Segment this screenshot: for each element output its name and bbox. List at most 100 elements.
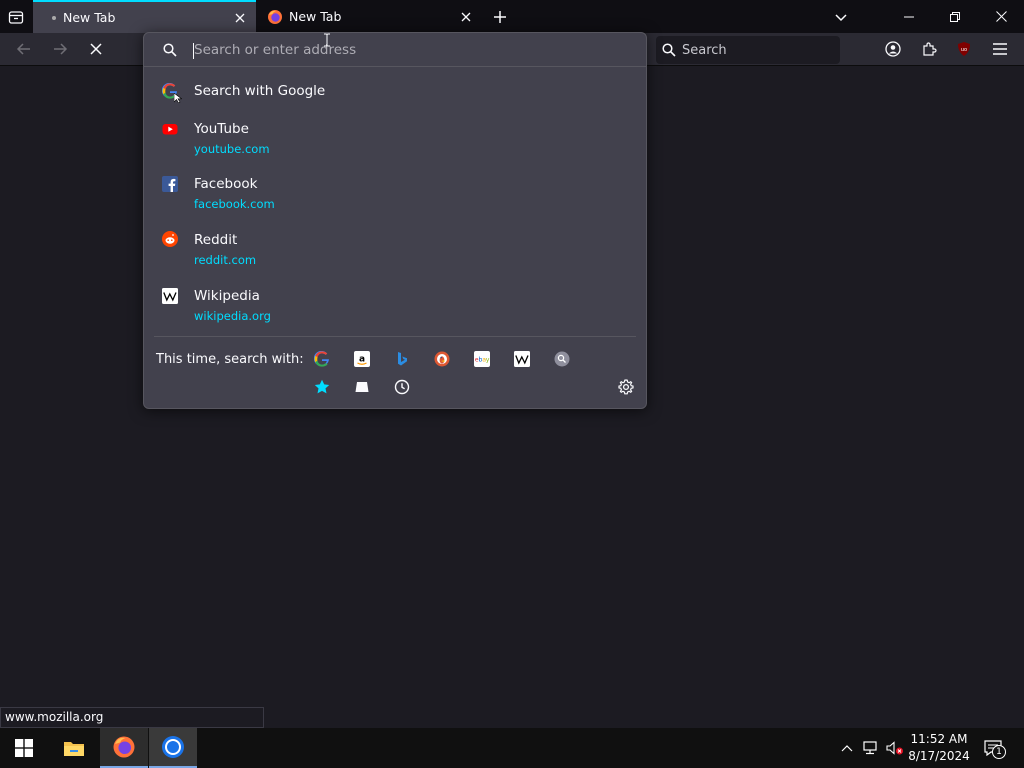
volume-button[interactable] bbox=[884, 738, 906, 758]
minimize-button[interactable] bbox=[886, 0, 932, 33]
cursor-arrow-icon bbox=[174, 93, 182, 103]
amazon-icon: a bbox=[354, 351, 370, 367]
bing-icon bbox=[398, 352, 407, 366]
urlbar-dropdown: Search or enter address Search with Goog… bbox=[143, 32, 647, 409]
tab-title: New Tab bbox=[289, 9, 342, 24]
suggestion-youtube[interactable]: YouTube youtube.com bbox=[144, 117, 646, 163]
firefox-view-button[interactable] bbox=[5, 6, 27, 28]
firefox-logo-icon bbox=[113, 736, 135, 758]
hamburger-menu-icon bbox=[993, 43, 1007, 55]
volume-muted-icon bbox=[886, 741, 903, 755]
status-url: www.mozilla.org bbox=[0, 707, 264, 728]
suggestion-reddit[interactable]: Reddit reddit.com bbox=[144, 229, 646, 275]
account-icon bbox=[885, 41, 901, 57]
search-icon bbox=[662, 43, 676, 57]
text-cursor-icon bbox=[324, 33, 330, 47]
puzzle-icon bbox=[923, 42, 937, 56]
minimize-icon bbox=[904, 16, 914, 17]
address-placeholder: Search or enter address bbox=[194, 41, 357, 58]
engine-google-button[interactable] bbox=[313, 350, 331, 368]
tabs-search-button[interactable] bbox=[353, 378, 371, 396]
search-bar[interactable]: Search bbox=[656, 36, 840, 64]
tab-title: New Tab bbox=[63, 10, 116, 25]
forward-arrow-icon bbox=[54, 43, 68, 55]
tabs-icon bbox=[355, 382, 369, 392]
close-icon bbox=[995, 11, 1007, 22]
ublock-shield-icon: uo bbox=[958, 42, 970, 56]
ebay-icon: e b a y bbox=[474, 351, 490, 367]
search-icon bbox=[163, 43, 177, 57]
svg-text:a: a bbox=[359, 355, 365, 365]
windows-logo-icon bbox=[15, 739, 33, 757]
engine-wikipedia-button[interactable] bbox=[513, 350, 531, 368]
menu-button[interactable] bbox=[988, 37, 1012, 61]
restore-icon bbox=[950, 11, 960, 22]
tab-new-tab-2[interactable]: New Tab bbox=[259, 0, 482, 33]
folder-icon bbox=[64, 742, 84, 756]
firefox-view-icon bbox=[8, 11, 24, 24]
tab-new-tab-1[interactable]: New Tab bbox=[33, 0, 256, 33]
engine-amazon-button[interactable]: a bbox=[353, 350, 371, 368]
wikipedia-icon bbox=[514, 351, 530, 367]
google-icon bbox=[314, 351, 329, 367]
engine-generic-search-button[interactable] bbox=[553, 350, 571, 368]
account-button[interactable] bbox=[881, 37, 905, 61]
suggestion-wikipedia[interactable]: Wikipedia wikipedia.org bbox=[144, 285, 646, 331]
suggestion-facebook[interactable]: Facebook facebook.com bbox=[144, 173, 646, 219]
network-icon bbox=[863, 741, 877, 755]
restore-button[interactable] bbox=[932, 0, 978, 33]
duckduckgo-icon bbox=[434, 351, 450, 367]
svg-text:uo: uo bbox=[961, 47, 967, 53]
suggestion-title: YouTube bbox=[194, 121, 249, 137]
forward-button[interactable] bbox=[48, 37, 72, 61]
show-hidden-icons-button[interactable] bbox=[837, 738, 857, 758]
back-button[interactable] bbox=[12, 37, 36, 61]
loading-dot-icon bbox=[52, 15, 56, 20]
youtube-icon bbox=[162, 124, 178, 135]
suggestion-url[interactable]: youtube.com bbox=[194, 142, 270, 156]
start-button[interactable] bbox=[0, 728, 48, 768]
clock-date: 8/17/2024 bbox=[908, 749, 970, 763]
file-explorer-button[interactable] bbox=[50, 728, 98, 768]
extensions-button[interactable] bbox=[917, 37, 941, 61]
engine-ebay-button[interactable]: e b a y bbox=[473, 350, 491, 368]
suggestion-title: Search with Google bbox=[194, 83, 326, 99]
engine-duckduckgo-button[interactable] bbox=[433, 350, 451, 368]
chrome-logo-icon bbox=[162, 736, 184, 758]
stop-x-icon bbox=[90, 43, 102, 55]
bookmarks-search-button[interactable] bbox=[313, 378, 331, 396]
close-tab-icon[interactable] bbox=[455, 6, 477, 28]
action-center-button[interactable]: 1 bbox=[980, 736, 1006, 760]
new-tab-button[interactable] bbox=[488, 5, 512, 29]
plus-icon bbox=[494, 11, 506, 23]
dropdown-divider bbox=[154, 336, 636, 337]
search-settings-button[interactable] bbox=[617, 378, 635, 396]
facebook-icon bbox=[162, 176, 178, 192]
tab-bar: New Tab New Tab bbox=[0, 0, 1024, 33]
chevron-up-icon bbox=[841, 745, 853, 752]
clock-time: 11:52 AM bbox=[910, 732, 968, 746]
suggestion-url[interactable]: facebook.com bbox=[194, 197, 275, 211]
engine-bing-button[interactable] bbox=[393, 350, 411, 368]
network-button[interactable] bbox=[861, 738, 881, 758]
system-clock[interactable]: 11:52 AM 8/17/2024 bbox=[906, 731, 972, 765]
chrome-taskbar-button[interactable] bbox=[149, 728, 197, 768]
suggestion-search-google[interactable]: Search with Google bbox=[144, 77, 646, 107]
windows-taskbar: 11:52 AM 8/17/2024 1 bbox=[0, 728, 1024, 768]
stop-button[interactable] bbox=[84, 37, 108, 61]
suggestion-url[interactable]: wikipedia.org bbox=[194, 309, 271, 323]
suggestion-title: Wikipedia bbox=[194, 288, 260, 304]
close-tab-icon[interactable] bbox=[229, 7, 251, 29]
history-search-button[interactable] bbox=[393, 378, 411, 396]
search-engine-icon bbox=[554, 351, 570, 367]
suggestion-url[interactable]: reddit.com bbox=[194, 253, 256, 267]
list-all-tabs-button[interactable] bbox=[829, 5, 853, 29]
address-input[interactable]: Search or enter address bbox=[144, 33, 646, 67]
close-window-button[interactable] bbox=[978, 0, 1024, 33]
history-clock-icon bbox=[394, 379, 410, 395]
suggestion-title: Reddit bbox=[194, 232, 238, 248]
ublock-origin-button[interactable]: uo bbox=[952, 37, 976, 61]
search-with-label: This time, search with: bbox=[156, 352, 304, 367]
firefox-taskbar-button[interactable] bbox=[100, 728, 148, 768]
gear-icon bbox=[618, 379, 634, 395]
